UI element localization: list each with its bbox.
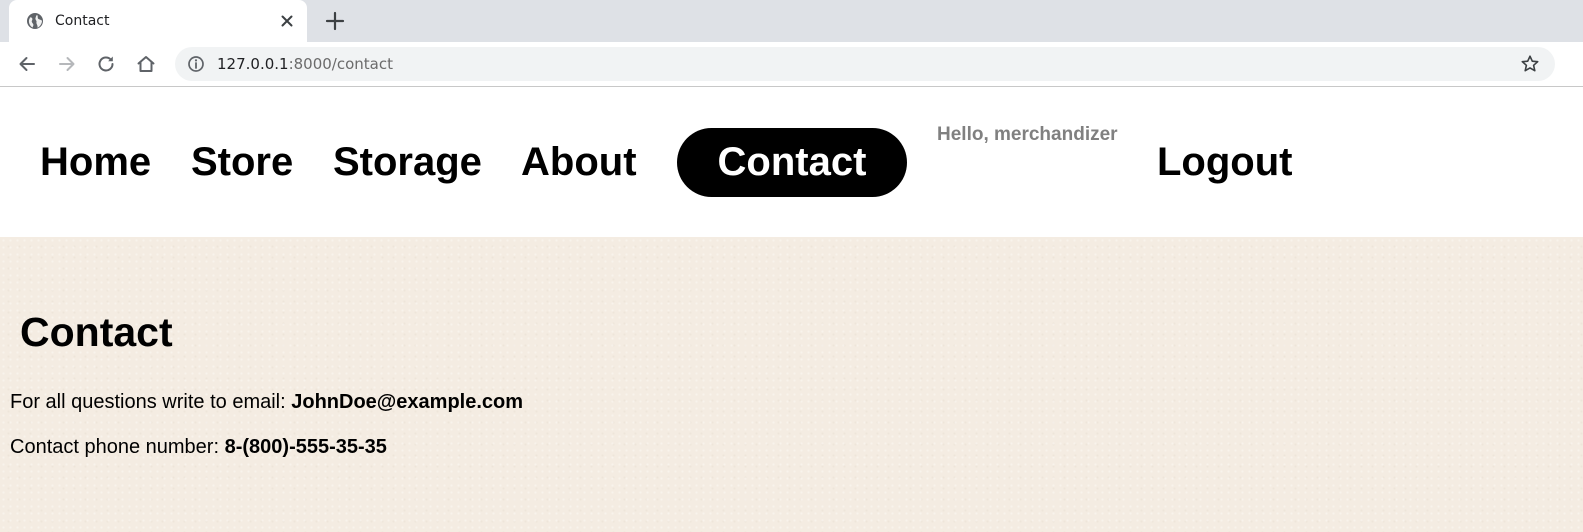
browser-toolbar: 127.0.0.1:8000/contact (0, 42, 1583, 87)
nav-link-home[interactable]: Home (40, 128, 151, 197)
nav-link-contact[interactable]: Contact (677, 128, 907, 197)
url-path: :8000/contact (288, 55, 393, 73)
site-navigation: Home Store Storage About Contact Hello, … (0, 88, 1583, 237)
url-host: 127.0.0.1 (217, 55, 289, 73)
page-title: Contact (20, 309, 173, 355)
globe-icon (27, 13, 43, 29)
close-icon[interactable] (277, 11, 297, 31)
nav-link-about[interactable]: About (521, 128, 637, 197)
nav-link-logout[interactable]: Logout (1157, 128, 1293, 197)
phone-line: Contact phone number: 8-(800)-555-35-35 (10, 435, 387, 459)
star-icon[interactable] (1520, 54, 1540, 74)
home-icon[interactable] (135, 53, 157, 75)
address-bar[interactable]: 127.0.0.1:8000/contact (175, 47, 1555, 81)
tab-title: Contact (55, 13, 110, 29)
phone-label: Contact phone number: (10, 436, 225, 458)
browser-tab[interactable]: Contact (9, 0, 307, 42)
nav-link-store[interactable]: Store (191, 128, 293, 197)
reload-icon[interactable] (95, 53, 117, 75)
user-greeting: Hello, merchandizer (937, 124, 1118, 145)
main-content: Contact For all questions write to email… (0, 237, 1583, 532)
url-text[interactable]: 127.0.0.1:8000/contact (217, 55, 393, 73)
plus-icon[interactable] (324, 10, 346, 32)
browser-tabstrip: Contact (0, 0, 1583, 42)
arrow-left-icon[interactable] (16, 53, 38, 75)
phone-value: 8-(800)-555-35-35 (224, 436, 387, 458)
nav-link-storage[interactable]: Storage (333, 128, 482, 197)
email-line: For all questions write to email: JohnDo… (10, 390, 523, 414)
arrow-right-icon[interactable] (56, 53, 78, 75)
email-value: JohnDoe@example.com (291, 391, 524, 413)
email-label: For all questions write to email: (10, 391, 292, 413)
info-icon[interactable] (187, 55, 205, 73)
